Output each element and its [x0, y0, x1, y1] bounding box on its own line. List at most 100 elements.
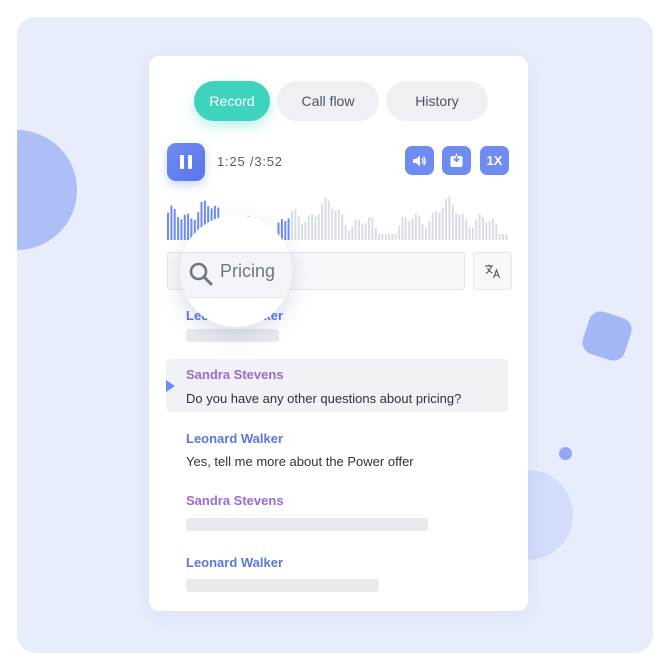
waveform-bar — [441, 207, 444, 240]
waveform-bar — [378, 234, 381, 240]
waveform-bar — [294, 209, 297, 240]
waveform-bar — [304, 222, 307, 240]
waveform-bar — [478, 213, 481, 240]
message-text: Do you have any other questions about pr… — [186, 391, 462, 406]
waveform-bar — [475, 219, 478, 240]
search-icon — [189, 262, 213, 286]
waveform-bar — [461, 213, 464, 240]
waveform-bar — [401, 216, 404, 240]
waveform-bar — [371, 217, 374, 240]
waveform-bar — [388, 234, 391, 240]
waveform-bar — [421, 224, 424, 240]
waveform-bar — [381, 234, 384, 240]
waveform-bar — [428, 220, 431, 240]
pause-icon — [180, 155, 184, 169]
tab-history[interactable]: History — [386, 81, 488, 121]
tab-record[interactable]: Record — [194, 81, 270, 121]
waveform-bar — [491, 218, 494, 240]
waveform-bar — [414, 213, 417, 240]
waveform-bar — [485, 222, 488, 240]
waveform-bar — [307, 215, 310, 240]
waveform-bar — [364, 223, 367, 240]
playhead-marker — [166, 380, 175, 392]
text-placeholder — [186, 329, 279, 342]
waveform-bar — [347, 230, 350, 240]
waveform-bar — [351, 226, 354, 240]
waveform-bar-played — [180, 219, 183, 240]
playback-speed-button[interactable]: 1X — [480, 146, 509, 175]
decorative-dot — [559, 447, 572, 460]
waveform-bar — [331, 208, 334, 240]
volume-icon — [413, 155, 426, 166]
text-placeholder — [186, 518, 428, 531]
waveform-bar — [505, 234, 508, 240]
waveform-bar — [498, 234, 501, 240]
waveform-bar — [334, 210, 337, 240]
waveform-bar-played — [287, 218, 290, 240]
waveform-bar — [424, 227, 427, 240]
waveform-bar — [384, 233, 387, 240]
waveform-bar — [391, 234, 394, 240]
waveform-bar — [361, 224, 364, 240]
waveform-bar-played — [170, 205, 173, 240]
download-button[interactable] — [442, 146, 471, 175]
waveform-bar — [301, 223, 303, 240]
waveform-bar — [324, 197, 327, 240]
waveform-bar — [445, 198, 448, 240]
tab-call-flow[interactable]: Call flow — [277, 81, 379, 121]
search-magnifier: Pricing — [180, 215, 292, 327]
waveform-bar — [418, 215, 421, 240]
waveform-bar — [458, 214, 461, 240]
waveform-bar — [471, 227, 474, 240]
waveform-bar — [344, 224, 347, 240]
waveform-bar — [438, 212, 441, 240]
waveform-bar — [468, 227, 471, 240]
speaker-name: Sandra Stevens — [186, 493, 284, 508]
search-query-text: Pricing — [220, 261, 276, 281]
waveform-bar — [495, 224, 498, 240]
decorative-circle — [17, 130, 77, 250]
pause-button[interactable] — [167, 143, 205, 181]
waveform-bar — [448, 196, 451, 240]
waveform-bar — [368, 217, 370, 240]
waveform-bar — [451, 205, 454, 240]
playback-time: 1:25 /3:52 — [217, 154, 283, 169]
waveform-bar — [398, 225, 401, 240]
waveform-bar — [314, 216, 317, 240]
waveform-bar — [411, 218, 414, 240]
waveform-bar — [358, 220, 360, 240]
message-text: Yes, tell me more about the Power offer — [186, 454, 414, 469]
waveform-bar — [488, 221, 491, 240]
waveform-bar — [317, 214, 320, 240]
waveform-bar — [404, 217, 407, 240]
waveform-bar-played — [183, 214, 186, 240]
waveform-bar-played — [177, 217, 180, 240]
waveform-bar — [311, 213, 314, 240]
waveform-bar — [502, 234, 504, 240]
waveform-bar — [337, 209, 340, 240]
speaker-name: Leonard Walker — [186, 555, 284, 570]
waveform-bar — [374, 227, 377, 240]
speaker-name: Leonard Walker — [186, 431, 284, 446]
waveform-bar-played — [167, 212, 169, 240]
waveform-bar — [435, 211, 437, 240]
speaker-name: Sandra Stevens — [186, 367, 284, 382]
waveform-bar — [321, 204, 324, 240]
waveform-bar — [327, 200, 330, 240]
text-placeholder — [186, 579, 379, 592]
waveform-bar — [291, 211, 293, 240]
waveform-bar — [394, 234, 397, 240]
waveform-bar-played — [280, 219, 283, 240]
waveform-bar-played — [173, 208, 176, 240]
volume-button[interactable] — [405, 146, 434, 175]
waveform-bar — [341, 214, 344, 240]
tab-bar: Record Call flow History — [194, 81, 488, 121]
translate-icon — [484, 264, 500, 279]
waveform-bar — [354, 219, 357, 240]
translate-button[interactable] — [473, 252, 512, 290]
waveform-bar — [297, 216, 300, 240]
waveform-bar-played — [187, 213, 190, 240]
call-recording-card: Record Call flow History 1:25 /3:52 1X L… — [149, 56, 528, 611]
pause-icon-bar — [188, 155, 192, 169]
waveform-bar — [408, 221, 411, 240]
